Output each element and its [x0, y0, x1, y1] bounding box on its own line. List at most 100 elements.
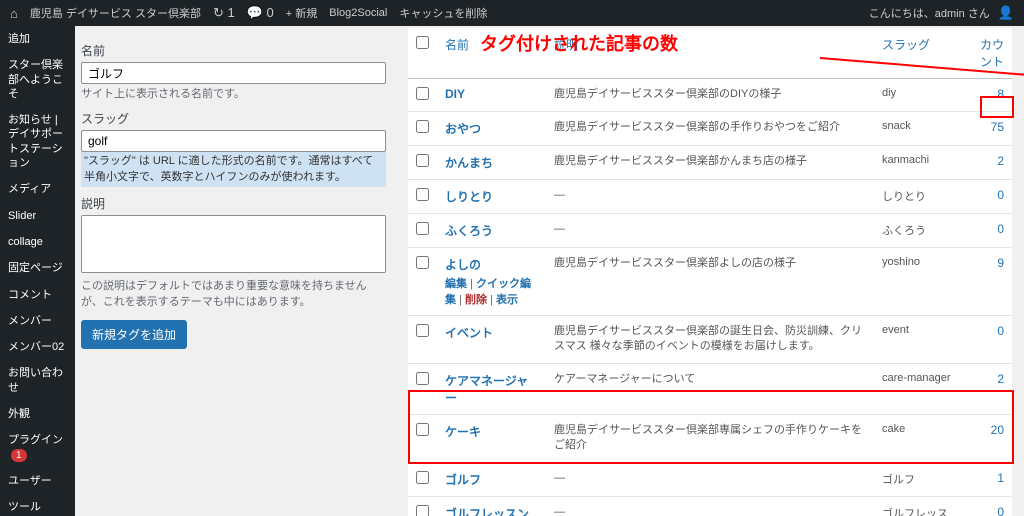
tag-slug: しりとり: [874, 180, 964, 214]
table-row: おやつ鹿児島デイサービススター倶楽部の手作りおやつをご紹介snack75: [408, 112, 1012, 146]
tag-slug: ゴルフレッスン: [874, 496, 964, 516]
slug-hint: "スラッグ" は URL に適した形式の名前です。通常はすべて半角小文字で、英数…: [81, 152, 386, 187]
row-checkbox[interactable]: [416, 256, 429, 269]
view-link[interactable]: 表示: [496, 294, 518, 306]
tag-desc: 鹿児島デイサービススター倶楽部の誕生日会、防災訓練、クリスマス 様々な季節のイベ…: [546, 316, 874, 364]
updates-icon[interactable]: ↻ 1: [213, 5, 235, 21]
tag-name-link[interactable]: しりとり: [445, 190, 493, 204]
tag-count[interactable]: 2: [964, 146, 1012, 180]
edit-link[interactable]: 編集: [445, 278, 467, 290]
new-content[interactable]: + 新規: [286, 5, 317, 21]
row-checkbox[interactable]: [416, 372, 429, 385]
table-row: ふくろう—ふくろう0: [408, 214, 1012, 248]
col-slug[interactable]: スラッグ: [874, 28, 964, 79]
col-count[interactable]: カウント: [964, 28, 1012, 79]
table-row: よしの編集 | クイック編集 | 削除 | 表示鹿児島デイサービススター倶楽部よ…: [408, 248, 1012, 316]
tag-list-panel: タグ付けされた記事の数 名前 説明 スラッグ カウント DIY鹿児島デイサ: [400, 26, 1024, 516]
tag-slug: diy: [874, 79, 964, 112]
row-checkbox[interactable]: [416, 87, 429, 100]
tag-slug: care-manager: [874, 363, 964, 414]
tag-name-link[interactable]: よしの: [445, 258, 481, 272]
tag-slug: cake: [874, 414, 964, 462]
tag-name-link[interactable]: DIY: [445, 87, 465, 101]
blog2social-link[interactable]: Blog2Social: [329, 7, 387, 19]
admin-sidebar: 追加スター倶楽部へようこそお知らせ | デイサポートステーションメディアSlid…: [0, 26, 75, 516]
sidebar-item[interactable]: ツール: [0, 494, 75, 516]
sidebar-item[interactable]: 外観: [0, 401, 75, 427]
row-checkbox[interactable]: [416, 222, 429, 235]
comments-icon[interactable]: 💬 0: [247, 5, 274, 21]
tag-count[interactable]: 20: [964, 414, 1012, 462]
tag-name-link[interactable]: かんまち: [445, 156, 493, 170]
tag-name-link[interactable]: ゴルフレッスン: [445, 507, 529, 516]
name-input[interactable]: [81, 62, 386, 84]
sidebar-item[interactable]: Slider: [0, 203, 75, 229]
tag-desc: —: [546, 214, 874, 248]
tag-name-link[interactable]: イベント: [445, 326, 493, 340]
tag-count[interactable]: 9: [964, 248, 1012, 316]
table-row: かんまち鹿児島デイサービススター倶楽部かんまち店の様子kanmachi2: [408, 146, 1012, 180]
select-all-checkbox[interactable]: [416, 36, 429, 49]
sidebar-item[interactable]: 固定ページ: [0, 255, 75, 281]
row-checkbox[interactable]: [416, 154, 429, 167]
col-name[interactable]: 名前: [437, 28, 546, 79]
desc-input[interactable]: [81, 215, 386, 273]
row-checkbox[interactable]: [416, 188, 429, 201]
tag-count[interactable]: 0: [964, 316, 1012, 364]
sidebar-item[interactable]: スター倶楽部へようこそ: [0, 52, 75, 107]
greeting[interactable]: こんにちは、admin さん: [869, 5, 990, 21]
sidebar-item[interactable]: ユーザー: [0, 468, 75, 494]
row-checkbox[interactable]: [416, 423, 429, 436]
sidebar-item[interactable]: お問い合わせ: [0, 360, 75, 401]
tag-name-link[interactable]: ケーキ: [445, 425, 481, 439]
add-tag-form: 名前 サイト上に表示される名前です。 スラッグ "スラッグ" は URL に適し…: [75, 26, 400, 516]
clear-cache-link[interactable]: キャッシュを削除: [399, 5, 487, 21]
tag-count[interactable]: 0: [964, 496, 1012, 516]
tag-slug: ふくろう: [874, 214, 964, 248]
tag-name-link[interactable]: ふくろう: [445, 224, 493, 238]
add-tag-button[interactable]: 新規タグを追加: [81, 320, 187, 349]
col-desc[interactable]: 説明: [546, 28, 874, 79]
tag-count[interactable]: 2: [964, 363, 1012, 414]
slug-input[interactable]: [81, 130, 386, 152]
tag-slug: ゴルフ: [874, 462, 964, 496]
tag-desc: —: [546, 180, 874, 214]
tag-desc: 鹿児島デイサービススター倶楽部よしの店の様子: [546, 248, 874, 316]
tag-slug: yoshino: [874, 248, 964, 316]
table-row: DIY 鹿児島デイサービススター倶楽部のDIYの様子diy8: [408, 79, 1012, 112]
plugin-update-badge: 1: [11, 449, 27, 462]
row-checkbox[interactable]: [416, 120, 429, 133]
sidebar-item[interactable]: プラグイン1: [0, 427, 75, 468]
tag-count[interactable]: 8: [964, 79, 1012, 112]
sidebar-item[interactable]: コメント: [0, 282, 75, 308]
tag-count[interactable]: 0: [964, 214, 1012, 248]
sidebar-item[interactable]: お知らせ | デイサポートステーション: [0, 107, 75, 176]
sidebar-item[interactable]: メンバー: [0, 308, 75, 334]
tag-slug: kanmachi: [874, 146, 964, 180]
tag-count[interactable]: 75: [964, 112, 1012, 146]
tag-count[interactable]: 1: [964, 462, 1012, 496]
tag-count[interactable]: 0: [964, 180, 1012, 214]
sidebar-item[interactable]: collage: [0, 229, 75, 255]
tag-desc: 鹿児島デイサービススター倶楽部専属シェフの手作りケーキをご紹介: [546, 414, 874, 462]
sidebar-item[interactable]: 追加: [0, 26, 75, 52]
home-icon[interactable]: ⌂: [10, 6, 18, 21]
avatar-icon[interactable]: 👤: [998, 5, 1014, 21]
sidebar-item[interactable]: メディア: [0, 176, 75, 202]
tag-table: 名前 説明 スラッグ カウント DIY 鹿児島デイサービススター倶楽部のDIYの様…: [408, 28, 1012, 516]
name-hint: サイト上に表示される名前です。: [81, 87, 386, 102]
site-title[interactable]: 鹿児島 デイサービス スター倶楽部: [30, 5, 201, 21]
tag-name-link[interactable]: ゴルフ: [445, 473, 481, 487]
tag-name-link[interactable]: ケアマネージャー: [445, 374, 528, 405]
table-row: イベント 鹿児島デイサービススター倶楽部の誕生日会、防災訓練、クリスマス 様々な季…: [408, 316, 1012, 364]
tag-desc: —: [546, 462, 874, 496]
sidebar-item[interactable]: メンバー02: [0, 334, 75, 360]
delete-link[interactable]: 削除: [465, 294, 487, 306]
row-checkbox[interactable]: [416, 505, 429, 516]
tag-desc: 鹿児島デイサービススター倶楽部の手作りおやつをご紹介: [546, 112, 874, 146]
tag-name-link[interactable]: おやつ: [445, 122, 481, 136]
table-row: しりとり—しりとり0: [408, 180, 1012, 214]
tag-desc: 鹿児島デイサービススター倶楽部のDIYの様子: [546, 79, 874, 112]
row-checkbox[interactable]: [416, 324, 429, 337]
row-checkbox[interactable]: [416, 471, 429, 484]
